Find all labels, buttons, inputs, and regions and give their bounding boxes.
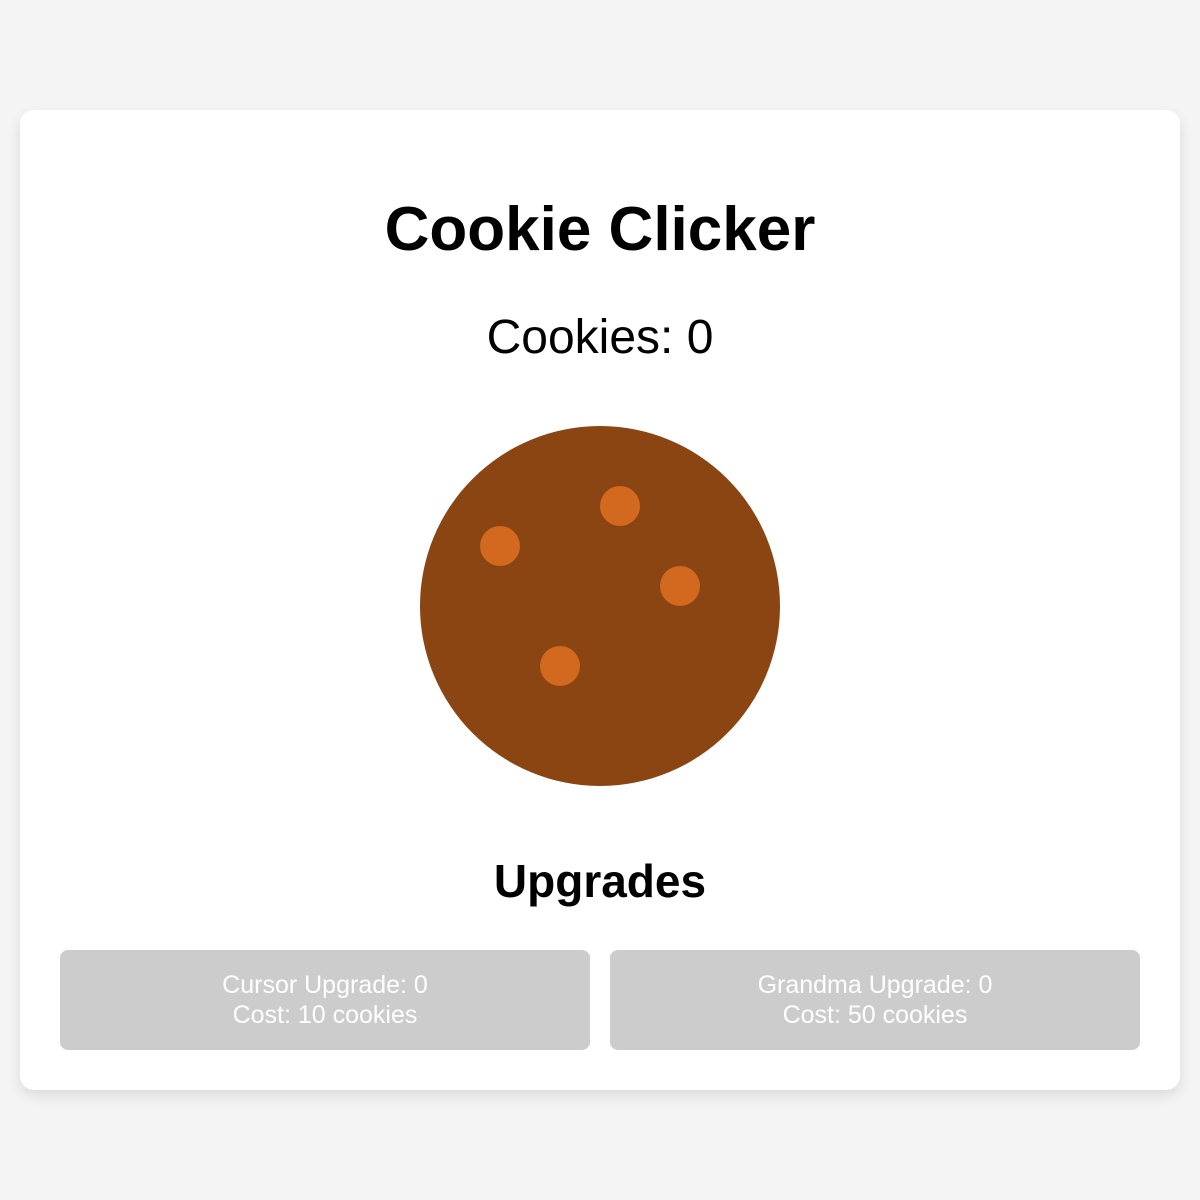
chocolate-chip <box>480 526 520 566</box>
cookie-button[interactable] <box>420 426 780 786</box>
chocolate-chip <box>540 646 580 686</box>
cursor-upgrade-button[interactable]: Cursor Upgrade: 0 Cost: 10 cookies <box>60 950 590 1050</box>
grandma-upgrade-label: Grandma Upgrade: <box>757 971 979 999</box>
cursor-upgrade-label: Cursor Upgrade: <box>222 971 414 999</box>
cursor-upgrade-cost: Cost: 10 cookies <box>232 1001 418 1029</box>
chocolate-chip <box>600 486 640 526</box>
cursor-upgrade-level: 0 <box>413 971 428 999</box>
game-panel: Cookie Clicker Cookies: 0 Upgrades Curso… <box>20 110 1180 1090</box>
chocolate-chip <box>660 566 700 606</box>
upgrades-heading: Upgrades <box>493 855 707 907</box>
cursor-upgrade-name: Cursor Upgrade: 0 <box>222 970 428 1000</box>
cookie-count-value: 0 <box>686 311 714 364</box>
grandma-upgrade-level: 0 <box>978 971 993 999</box>
grandma-upgrade-button[interactable]: Grandma Upgrade: 0 Cost: 50 cookies <box>610 950 1140 1050</box>
cookie-counter: Cookies: 0 <box>20 308 1180 368</box>
grandma-upgrade-cost: Cost: 50 cookies <box>782 1001 968 1029</box>
grandma-upgrade-name: Grandma Upgrade: 0 <box>758 970 993 1000</box>
page-title: Cookie Clicker <box>384 195 816 264</box>
cookie-counter-label: Cookies: <box>486 311 687 364</box>
